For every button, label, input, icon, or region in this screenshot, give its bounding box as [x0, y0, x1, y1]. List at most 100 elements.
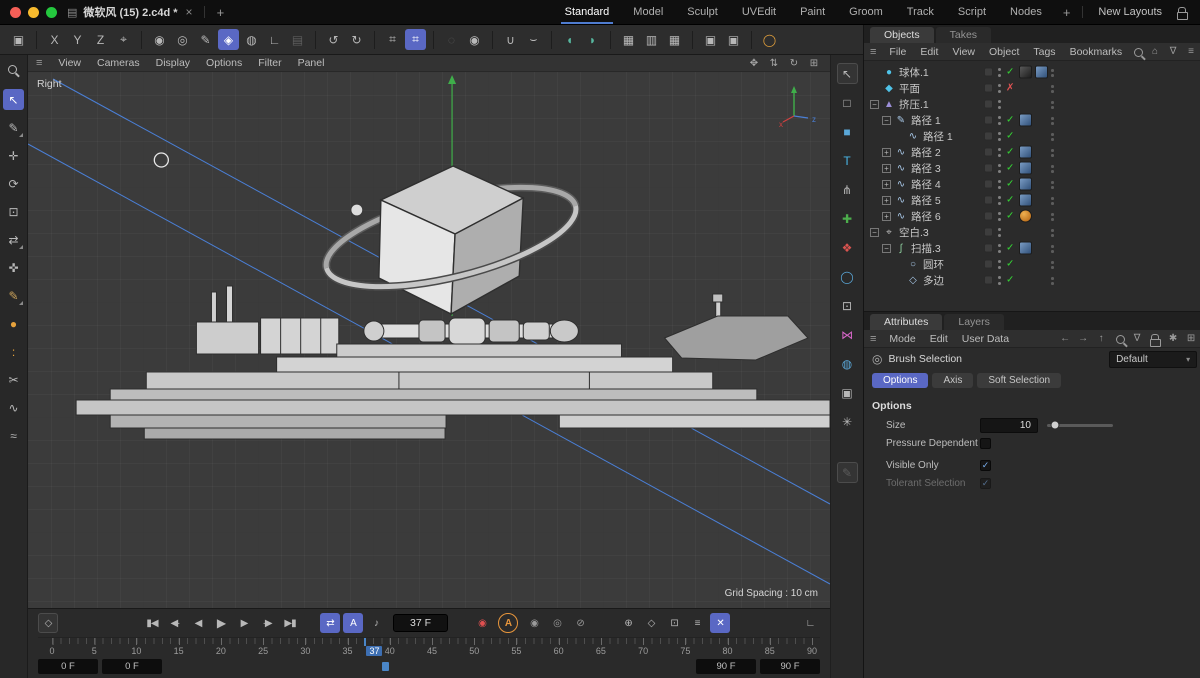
layout-menu-standard[interactable]: Standard [553, 0, 622, 24]
globe-mode-button[interactable]: ◍ [837, 353, 858, 374]
x-axis-lock-button[interactable]: X [44, 29, 65, 50]
enabled-check-icon[interactable]: ✓ [1006, 115, 1014, 126]
pressure-checkbox[interactable] [980, 437, 991, 449]
current-frame-display[interactable]: 37 F [393, 614, 449, 632]
row-options-dots[interactable] [1051, 261, 1054, 264]
filter-keys-button[interactable]: ✕ [710, 613, 731, 633]
layer-chip[interactable] [984, 179, 993, 189]
row-options-dots[interactable] [1051, 117, 1054, 120]
minimize-window-button[interactable] [28, 6, 39, 18]
row-options-dots[interactable] [1051, 133, 1054, 136]
size-slider[interactable] [1047, 420, 1113, 430]
texture-tag-thumbnail[interactable] [1019, 113, 1032, 127]
layout-menu-paint[interactable]: Paint [788, 0, 837, 24]
snap-keys-button[interactable]: ⊕ [618, 613, 638, 633]
viewport-scene[interactable] [28, 72, 830, 608]
expand-icon[interactable]: + [882, 195, 891, 205]
row-options-dots[interactable] [1051, 181, 1054, 184]
visibility-dots[interactable] [998, 212, 1001, 215]
enabled-check-icon[interactable]: ✓ [1006, 67, 1014, 78]
search-icon[interactable] [1129, 44, 1145, 60]
marker-button[interactable]: ◇ [641, 613, 661, 633]
texture-tag-thumbnail[interactable] [1019, 209, 1032, 223]
layout-menu-track[interactable]: Track [895, 0, 946, 24]
texture-tag-thumbnail[interactable] [1035, 65, 1048, 79]
capsule-left-icon[interactable]: ◖ [559, 29, 580, 50]
rig-mode-button[interactable]: ⋔ [837, 179, 858, 200]
visible-only-checkbox[interactable]: ✓ [980, 459, 991, 471]
go-to-start-button[interactable]: ▮◀ [142, 613, 162, 633]
layer-chip[interactable] [984, 211, 993, 221]
pan-view-icon[interactable]: ✥ [746, 56, 762, 71]
layer-chip[interactable] [984, 243, 993, 253]
box-tool-icon[interactable]: ▤ [287, 29, 308, 50]
enabled-check-icon[interactable]: ✓ [1006, 211, 1014, 222]
object-row-null-3[interactable]: − ⌖ 空白.3 [864, 224, 1200, 240]
attribute-menu-burger-icon[interactable]: ≡ [870, 333, 876, 345]
transform-tool-button[interactable]: ✜ [3, 257, 24, 278]
row-options-dots[interactable] [1051, 197, 1054, 200]
view-undo-icon[interactable]: ↺ [323, 29, 344, 50]
layer-chip[interactable] [984, 275, 993, 285]
viewport-frame-icon[interactable]: ▣ [8, 29, 29, 50]
layer-chip[interactable] [984, 115, 993, 125]
layer-chip[interactable] [984, 259, 993, 269]
snap-magnet-icon[interactable]: ∪ [500, 29, 521, 50]
render-queue-icon[interactable]: ▦ [664, 29, 685, 50]
magnet-mode-button[interactable]: ⋈ [837, 324, 858, 345]
range-start-field[interactable]: 0 F [38, 658, 98, 674]
tab-layers[interactable]: Layers [944, 314, 1004, 330]
spline-pen-tool-button[interactable]: ✎ [3, 285, 24, 306]
size-input[interactable]: 10 [980, 417, 1038, 433]
object-row-path-1-child[interactable]: ∿ 路径 1 ✓ [864, 128, 1200, 144]
attributes-menu-mode[interactable]: Mode [882, 333, 922, 345]
record-keyframe-button[interactable]: ◉ [472, 613, 492, 633]
layer-chip[interactable] [984, 227, 993, 237]
layer-chip[interactable] [984, 147, 993, 157]
tab-attributes[interactable]: Attributes [870, 314, 943, 330]
pointer-mode-button[interactable]: ↖ [836, 63, 858, 84]
expand-icon[interactable]: + [882, 147, 891, 157]
viewport-menu-display[interactable]: Display [148, 57, 198, 69]
layer-chip[interactable] [984, 99, 993, 109]
ring-tool-icon[interactable]: ◎ [172, 29, 193, 50]
visibility-dots[interactable] [998, 100, 1001, 103]
rotate-tool-button[interactable]: ⟳ [3, 173, 24, 194]
material-ring-icon[interactable]: ◯ [759, 29, 780, 50]
visibility-dots[interactable] [998, 116, 1001, 119]
object-row-path-5[interactable]: + ∿ 路径 5 ✓ [864, 192, 1200, 208]
move-tool-button[interactable]: ✛ [3, 145, 24, 166]
attributes-menu-edit[interactable]: Edit [923, 333, 955, 345]
visibility-dots[interactable] [998, 244, 1001, 247]
texture-tag-thumbnail[interactable] [1019, 65, 1032, 79]
row-options-dots[interactable] [1051, 213, 1054, 216]
gear-icon[interactable]: ✱ [1165, 331, 1181, 347]
range-scrollbar[interactable] [166, 660, 692, 672]
layer-chip[interactable] [984, 67, 993, 77]
cluster-mode-button[interactable]: ❖ [837, 237, 858, 258]
viewport-canvas[interactable]: Right x z Grid Spacing: 10 cm [28, 72, 830, 608]
go-to-end-button[interactable]: ▶▮ [280, 613, 300, 633]
layer-chip[interactable] [984, 83, 993, 93]
record-scale-button[interactable]: ◎ [547, 613, 567, 633]
zoom-window-button[interactable] [46, 6, 57, 18]
search-icon[interactable] [1111, 331, 1127, 347]
add-layout-button[interactable]: + [1060, 5, 1074, 20]
row-options-dots[interactable] [1051, 277, 1054, 280]
preview-start-field[interactable]: 0 F [102, 658, 162, 674]
render-film-icon[interactable]: ▦ [618, 29, 639, 50]
visibility-dots[interactable] [998, 228, 1001, 231]
up-icon[interactable]: ↑ [1093, 331, 1109, 347]
collapse-icon[interactable]: − [882, 243, 891, 253]
layout-menu-sculpt[interactable]: Sculpt [675, 0, 730, 24]
note-tool-button[interactable]: ✎ [836, 462, 858, 483]
save-project-icon[interactable]: ▣ [700, 29, 721, 50]
add-tree-button[interactable]: ✚ [837, 208, 858, 229]
row-options-dots[interactable] [1051, 229, 1054, 232]
layout-menu-uvedit[interactable]: UVEdit [730, 0, 788, 24]
play-button[interactable]: ▶ [211, 613, 231, 633]
object-row-plane[interactable]: ◆ 平面 ✗ [864, 80, 1200, 96]
snap-arc-icon[interactable]: ⌣ [523, 29, 544, 50]
layout-menu-nodes[interactable]: Nodes [998, 0, 1054, 24]
rotate-view-icon[interactable]: ↻ [786, 56, 802, 71]
